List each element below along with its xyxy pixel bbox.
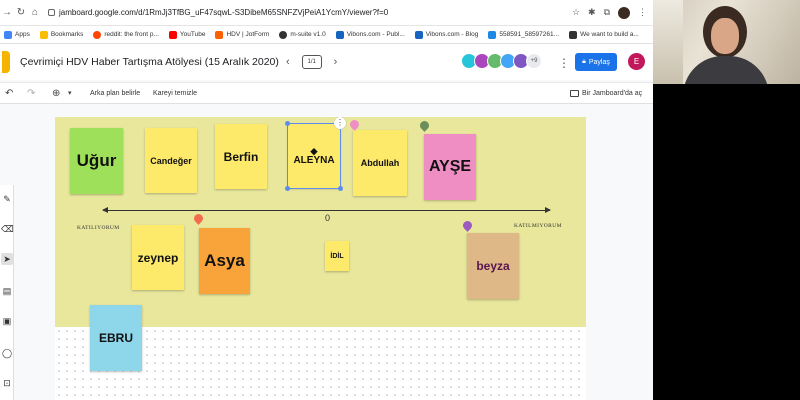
sticky-note-ayse[interactable]: AYŞE — [424, 134, 476, 200]
page-icon — [569, 30, 578, 39]
image-icon[interactable]: ▣ — [1, 315, 13, 327]
selection-frame[interactable] — [285, 121, 343, 191]
sticky-note-ebru[interactable]: EBRU — [90, 305, 142, 371]
reddit-icon — [93, 30, 102, 39]
center-label: 0 — [325, 213, 331, 223]
sticky-note-idil[interactable]: İDİL — [325, 241, 349, 271]
jamboard-toolbar: ↶ ↷ ⊕ ▾ Arka plan belirle Kareyi temizle… — [0, 82, 653, 104]
sticky-note-ugur[interactable]: Uğur — [70, 128, 123, 194]
zoom-icon[interactable]: ⊕ — [52, 88, 60, 99]
jamboard-header: Çevrimiçi HDV Haber Tartışma Atölyesi (1… — [0, 44, 653, 80]
sticky-note-beyza[interactable]: beyza — [467, 233, 519, 299]
menu-icon[interactable]: ⋮ — [638, 7, 647, 18]
chevron-right-icon[interactable]: › — [334, 56, 338, 68]
browser-actions: ☆ ✱ ⧉ ⋮ — [572, 6, 647, 19]
circle-icon[interactable]: ◯ — [1, 347, 13, 359]
disagree-label: KATILMIYORUM — [514, 223, 562, 229]
window-background — [653, 0, 683, 84]
url-text: jamboard.google.com/d/1RmJj3TfBG_uF47sqw… — [59, 8, 389, 17]
more-options-icon[interactable]: ⋮ — [558, 56, 570, 70]
vibons-icon — [335, 30, 344, 39]
sticky-note-zeynep[interactable]: zeynep — [132, 225, 184, 290]
sticky-note-berfin[interactable]: Berfin — [215, 124, 267, 189]
set-background-button[interactable]: Arka plan belirle — [90, 90, 140, 97]
jam-title[interactable]: Çevrimiçi HDV Haber Tartışma Atölyesi (1… — [20, 56, 279, 68]
opinion-axis-line — [102, 207, 551, 213]
screen-share: → ↻ ⌂ jamboard.google.com/d/1RmJj3TfBG_u… — [0, 0, 653, 400]
jotform-icon — [215, 30, 224, 39]
bookmark-item[interactable]: Bookmarks — [39, 30, 83, 39]
more-collaborators-badge[interactable]: +9 — [526, 53, 542, 69]
jamboard-logo-icon[interactable] — [2, 51, 10, 73]
home-icon[interactable]: ⌂ — [28, 7, 42, 18]
collaborator-avatars: +9 — [461, 53, 542, 69]
chevron-left-icon[interactable]: ‹ — [286, 56, 290, 68]
bookmark-item[interactable]: reddit: the front p... — [93, 30, 159, 39]
textbox-icon[interactable]: ⊡ — [1, 377, 13, 389]
note-menu-icon[interactable]: ⋮ — [334, 117, 346, 129]
puzzle-icon[interactable]: ⧉ — [604, 7, 610, 18]
agree-label: KATILIYORUM — [77, 225, 120, 231]
star-icon — [39, 30, 48, 39]
youtube-icon — [168, 30, 177, 39]
facebook-icon — [488, 30, 497, 39]
star-icon[interactable]: ☆ — [572, 7, 580, 18]
profile-avatar[interactable] — [618, 6, 630, 19]
back-icon[interactable]: → — [0, 7, 14, 18]
user-avatar[interactable]: E — [628, 53, 645, 70]
webcam-feed — [653, 0, 800, 84]
pen-icon[interactable]: ✎ — [1, 193, 13, 205]
sticky-note-asya[interactable]: Asya — [199, 228, 250, 294]
monitor-icon — [570, 89, 579, 97]
resize-handle[interactable] — [338, 186, 343, 191]
lock-icon — [48, 9, 55, 16]
tool-rail: ✎ ⌫ ➤ ▤ ▣ ◯ ⊡ — [0, 185, 14, 400]
bookmark-item[interactable]: m-suite v1.0 — [279, 30, 326, 39]
vibons-icon — [414, 30, 423, 39]
bookmark-item[interactable]: Apps — [4, 30, 30, 39]
clear-frame-button[interactable]: Kareyi temizle — [153, 90, 197, 97]
bookmark-item[interactable]: YouTube — [168, 30, 205, 39]
redo-icon[interactable]: ↷ — [27, 88, 35, 99]
url-field[interactable]: jamboard.google.com/d/1RmJj3TfBG_uF47sqw… — [48, 8, 388, 17]
resize-handle[interactable] — [285, 186, 290, 191]
chevron-down-icon[interactable]: ▾ — [68, 89, 72, 97]
jam-canvas[interactable]: KATILIYORUM KATILMIYORUM 0 Uğur Candeğer… — [55, 117, 586, 400]
sticky-note-candeger[interactable]: Candeğer — [145, 128, 197, 193]
open-in-jamboard-button[interactable]: Bir Jamboard'da aç — [570, 89, 642, 97]
bookmark-item[interactable]: Vibons.com - Publ... — [335, 30, 405, 39]
sticky-note-abdullah[interactable]: Abdullah — [353, 130, 407, 196]
undo-icon[interactable]: ↶ — [5, 88, 13, 99]
webcam-panel — [653, 0, 800, 400]
bookmark-item[interactable]: 558591_58597261... — [488, 30, 559, 39]
msuite-icon — [279, 30, 288, 39]
share-button[interactable]: 🔒︎ Paylaş — [575, 53, 617, 71]
bookmark-item[interactable]: We want to build a... — [569, 30, 639, 39]
bookmarks-bar: Apps Bookmarks reddit: the front p... Yo… — [0, 26, 653, 44]
bookmark-item[interactable]: Vibons.com - Blog — [414, 30, 478, 39]
resize-handle[interactable] — [285, 121, 290, 126]
bookmark-item[interactable]: HDV | JotForm — [215, 30, 269, 39]
person-face — [711, 18, 739, 54]
eraser-icon[interactable]: ⌫ — [1, 223, 14, 235]
lock-icon: 🔒︎ — [582, 58, 586, 65]
person-body — [683, 56, 769, 84]
frame-pager: ‹ 1/1 › — [286, 55, 337, 69]
sticky-note-icon[interactable]: ▤ — [1, 285, 13, 297]
frame-counter[interactable]: 1/1 — [301, 55, 322, 69]
reload-icon[interactable]: ↻ — [14, 7, 28, 18]
select-icon[interactable]: ➤ — [1, 253, 13, 265]
apps-icon — [4, 30, 12, 39]
extension-icon[interactable]: ✱ — [588, 7, 596, 18]
browser-address-bar: → ↻ ⌂ jamboard.google.com/d/1RmJj3TfBG_u… — [0, 0, 653, 26]
